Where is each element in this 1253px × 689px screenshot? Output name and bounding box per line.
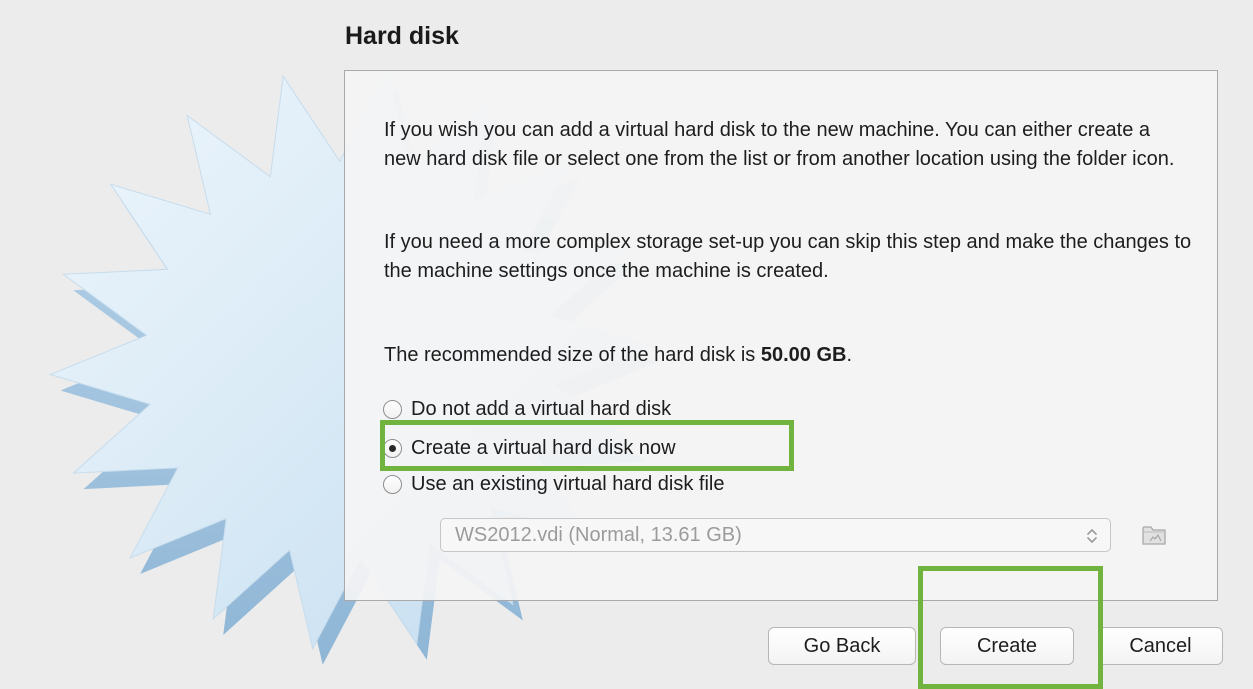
radio-existing-disk-button[interactable] — [383, 474, 402, 494]
recommended-size-prefix: The recommended size of the hard disk is — [384, 344, 761, 366]
updown-chevron-icon — [1087, 529, 1097, 543]
cancel-button[interactable]: Cancel — [1098, 627, 1223, 665]
storage-setup-paragraph: If you need a more complex storage set-u… — [384, 231, 1192, 282]
recommended-size-value: 50.00 GB — [760, 344, 847, 366]
radio-create-disk[interactable]: Create a virtual hard disk now — [383, 433, 676, 463]
folder-icon[interactable] — [1140, 520, 1168, 550]
go-back-button[interactable]: Go Back — [768, 627, 916, 665]
recommended-size-text: The recommended size of the hard disk is… — [384, 341, 1184, 370]
intro-paragraph: If you wish you can add a virtual hard d… — [384, 119, 1175, 170]
page-title: Hard disk — [345, 22, 459, 50]
hard-disk-panel: If you wish you can add a virtual hard d… — [344, 70, 1218, 601]
radio-no-disk-label: Do not add a virtual hard disk — [411, 397, 672, 420]
radio-existing-disk[interactable]: Use an existing virtual hard disk file — [383, 469, 724, 499]
radio-create-disk-button[interactable] — [383, 438, 402, 458]
recommended-size-suffix: . — [846, 344, 853, 366]
radio-no-disk[interactable]: Do not add a virtual hard disk — [383, 394, 671, 424]
radio-existing-disk-label: Use an existing virtual hard disk file — [411, 472, 725, 495]
radio-create-disk-label: Create a virtual hard disk now — [411, 436, 676, 459]
existing-disk-select-value: WS2012.vdi (Normal, 13.61 GB) — [455, 523, 742, 546]
create-button[interactable]: Create — [940, 627, 1074, 665]
radio-no-disk-button[interactable] — [383, 399, 402, 419]
existing-disk-select[interactable]: WS2012.vdi (Normal, 13.61 GB) — [440, 518, 1111, 552]
